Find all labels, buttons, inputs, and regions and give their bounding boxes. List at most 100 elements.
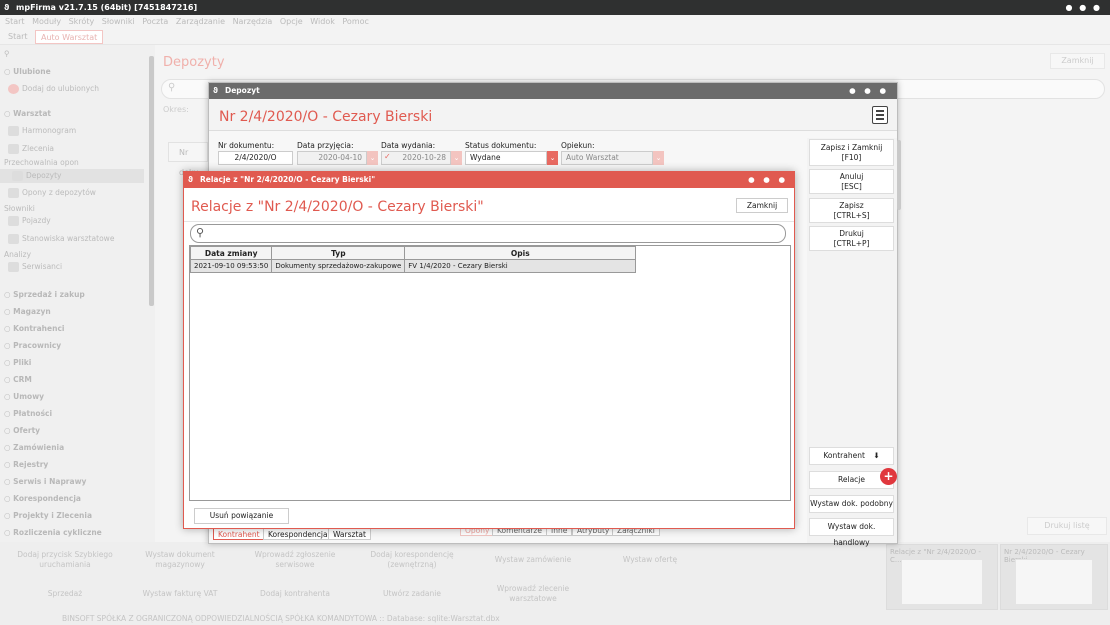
- sidebar-section-oferty[interactable]: ○ Oferty: [4, 426, 40, 435]
- window-menu-dots-icon[interactable]: ● ● ●: [1065, 0, 1102, 15]
- sidebar-section-rejestry[interactable]: ○ Rejestry: [4, 460, 48, 469]
- sidebar-section-magazyn[interactable]: ○ Magazyn: [4, 307, 51, 316]
- quick-create-task[interactable]: Utwórz zadanie: [352, 589, 472, 599]
- sidebar-search-icon[interactable]: ⚲: [4, 49, 10, 58]
- sidebar-section-pracownicy[interactable]: ○ Pracownicy: [4, 341, 61, 350]
- sidebar-section-projekty[interactable]: ○ Projekty i Zlecenia: [4, 511, 92, 520]
- sidebar-section-kontrahenci[interactable]: ○ Kontrahenci: [4, 324, 64, 333]
- menu-narzedzia[interactable]: Narzędzia: [233, 17, 273, 26]
- quick-workshop-order[interactable]: Wprowadź zlecenie warsztatowe: [473, 584, 593, 604]
- quick-service-request[interactable]: Wprowadź zgłoszenie serwisowe: [235, 550, 355, 570]
- sidebar-section-umowy[interactable]: ○ Umowy: [4, 392, 44, 401]
- add-relation-icon[interactable]: +: [880, 468, 897, 485]
- tab-start[interactable]: Start: [3, 30, 33, 44]
- sidebar-section-serwis[interactable]: ○ Serwis i Naprawy: [4, 477, 86, 486]
- relacje-heading: Relacje z "Nr 2/4/2020/O - Cezary Biersk…: [191, 199, 484, 215]
- status-select[interactable]: Wydane: [465, 151, 547, 165]
- column-header-nr[interactable]: Nr doku: [168, 142, 208, 177]
- column-header-data[interactable]: Data zmiany: [189, 246, 273, 260]
- car-icon: [8, 216, 19, 226]
- sidebar-item-depozyty[interactable]: Depozyty: [0, 169, 144, 183]
- wydanie-label: Data wydania:: [381, 141, 436, 150]
- menu-poczta[interactable]: Poczta: [142, 17, 168, 26]
- quick-issue-stock-doc[interactable]: Wystaw dokument magazynowy: [120, 550, 240, 570]
- sidebar-item-harmonogram[interactable]: Harmonogram: [8, 126, 76, 136]
- menu-pomoc[interactable]: Pomoc: [342, 17, 369, 26]
- kontrahent-button[interactable]: Kontrahent ⬇: [809, 447, 894, 465]
- cancel-button[interactable]: Anuluj [ESC]: [809, 169, 894, 194]
- trade-doc-button[interactable]: Wystaw dok. handlowy: [809, 518, 894, 547]
- sidebar-section-sprzedaz[interactable]: ○ Sprzedaż i zakup: [4, 290, 85, 299]
- menu-start[interactable]: Start: [5, 17, 25, 26]
- przyjecie-dropdown-icon[interactable]: ⌄: [367, 151, 378, 165]
- quick-issue-invoice[interactable]: Wystaw fakturę VAT: [120, 589, 240, 599]
- sidebar-section-zamowienia[interactable]: ○ Zamówienia: [4, 443, 64, 452]
- quick-add-correspondence[interactable]: Dodaj korespondencję (zewnętrzną): [352, 550, 472, 570]
- relacje-close-button[interactable]: Zamknij: [736, 198, 788, 213]
- nr-label: Nr dokumentu:: [218, 141, 275, 150]
- sidebar-section-pliki[interactable]: ○ Pliki: [4, 358, 31, 367]
- sidebar-section-ulubione[interactable]: ○ Ulubione: [4, 67, 51, 76]
- sidebar-item-pojazdy[interactable]: Pojazdy: [8, 216, 51, 226]
- relations-grid: Data zmiany Typ Opis 2021-09-10 09:53:50…: [189, 245, 791, 501]
- opiekun-select[interactable]: Auto Warsztat: [561, 151, 653, 165]
- okres-label: Okres:: [163, 105, 189, 114]
- przyjecie-field[interactable]: 2020-04-10: [297, 151, 367, 165]
- app-titlebar: ϑ mpFirma v21.7.15 (64bit) [7451847216] …: [0, 0, 1110, 15]
- status-dropdown-icon[interactable]: ⌄: [547, 151, 558, 165]
- quick-issue-order[interactable]: Wystaw zamówienie: [473, 555, 593, 565]
- depozyt-menu-dots-icon[interactable]: ● ● ●: [849, 83, 889, 99]
- sidebar-scrollbar[interactable]: [149, 56, 154, 306]
- relations-table: Data zmiany Typ Opis 2021-09-10 09:53:50…: [189, 246, 637, 273]
- workstation-icon: [8, 234, 19, 244]
- wydanie-field[interactable]: 2020-10-28: [381, 151, 451, 165]
- form-scrollbar[interactable]: [897, 140, 901, 210]
- opiekun-dropdown-icon[interactable]: ⌄: [653, 151, 664, 165]
- print-button[interactable]: Drukuj [CTRL+P]: [809, 226, 894, 251]
- calendar-icon: [8, 126, 19, 136]
- wrench-icon: [8, 144, 19, 154]
- sidebar-section-rozliczenia[interactable]: ○ Rozliczenia cykliczne: [4, 528, 102, 537]
- menu-skroty[interactable]: Skróty: [69, 17, 95, 26]
- table-row[interactable]: 2021-09-10 09:53:50 Dokumenty sprzedażow…: [189, 259, 637, 273]
- save-button[interactable]: Zapisz [CTRL+S]: [809, 198, 894, 223]
- gear-icon: [8, 262, 19, 272]
- relacje-search-input[interactable]: ⚲: [190, 224, 786, 243]
- sidebar-item-opony[interactable]: Opony z depozytów: [8, 188, 96, 198]
- sidebar-section-korespondencja[interactable]: ○ Korespondencja: [4, 494, 81, 503]
- sidebar-item-add-favorite[interactable]: Dodaj do ulubionych: [8, 84, 99, 94]
- sidebar-item-serwisanci[interactable]: Serwisanci: [8, 262, 62, 272]
- quick-add-shortcut[interactable]: Dodaj przycisk Szybkiego uruchamiania: [5, 550, 125, 570]
- tab-auto-warsztat[interactable]: Auto Warsztat: [35, 30, 104, 44]
- sidebar-section-warsztat[interactable]: ○ Warsztat: [4, 109, 51, 118]
- save-close-button[interactable]: Zapisz i Zamknij [F10]: [809, 139, 894, 166]
- similar-doc-button[interactable]: Wystaw dok. podobny: [809, 495, 894, 513]
- menu-opcje[interactable]: Opcje: [280, 17, 303, 26]
- sidebar-section-crm[interactable]: ○ CRM: [4, 375, 32, 384]
- menu-slowniki[interactable]: Słowniki: [102, 17, 135, 26]
- taskbar-thumb-relacje[interactable]: Relacje z "Nr 2/4/2020/O - C...: [886, 544, 998, 610]
- wydanie-dropdown-icon[interactable]: ⌄: [451, 151, 462, 165]
- quick-add-contractor[interactable]: Dodaj kontrahenta: [235, 589, 355, 599]
- menu-widok[interactable]: Widok: [310, 17, 335, 26]
- relacje-menu-dots-icon[interactable]: ● ● ●: [748, 172, 788, 188]
- app-logo-icon: ϑ: [213, 86, 218, 95]
- search-icon: ⚲: [168, 82, 176, 93]
- sidebar-item-stanowiska[interactable]: Stanowiska warsztatowe: [8, 234, 114, 244]
- print-list-button[interactable]: Drukuj listę: [1027, 517, 1107, 535]
- column-header-opis[interactable]: Opis: [404, 246, 637, 260]
- quick-sales[interactable]: Sprzedaż: [5, 589, 125, 599]
- nr-field[interactable]: 2/4/2020/O: [218, 151, 293, 165]
- quick-issue-offer[interactable]: Wystaw ofertę: [590, 555, 710, 565]
- depot-icon: [12, 171, 23, 181]
- checkmark-icon[interactable]: ✓: [384, 152, 391, 161]
- sidebar-section-platnosci[interactable]: ○ Płatności: [4, 409, 52, 418]
- main-close-button[interactable]: Zamknij: [1050, 53, 1105, 69]
- taskbar-thumb-depozyt[interactable]: Nr 2/4/2020/O - Cezary Bierski: [1000, 544, 1108, 610]
- column-header-typ[interactable]: Typ: [271, 246, 406, 260]
- menu-moduly[interactable]: Moduły: [32, 17, 61, 26]
- sidebar-item-zlecenia[interactable]: Zlecenia: [8, 144, 54, 154]
- arrow-down-icon: ⬇: [873, 451, 880, 460]
- unlink-button[interactable]: Usuń powiązanie: [194, 508, 289, 524]
- menu-zarzadzanie[interactable]: Zarządzanie: [176, 17, 225, 26]
